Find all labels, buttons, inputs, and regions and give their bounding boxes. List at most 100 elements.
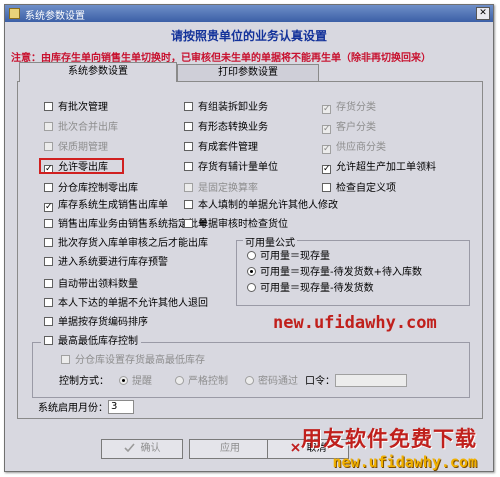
tab-system-params[interactable]: 系统参数设置 xyxy=(19,62,177,82)
checkbox-label: 保质期管理 xyxy=(58,142,108,153)
middle-option[interactable]: 有形态转换业务 xyxy=(184,122,268,134)
sub-warehouse-checkbox: 分仓库设置存货最高最低库存 xyxy=(61,355,205,367)
radio-button xyxy=(245,376,254,385)
enable-month-input[interactable]: 3 xyxy=(108,400,134,414)
checkbox-label: 本人下达的单据不允许其他人退回 xyxy=(58,298,208,309)
radio-button xyxy=(175,376,184,385)
available-qty-title: 可用量公式 xyxy=(243,234,297,249)
watermark-url: new.ufidawhy.com xyxy=(273,313,437,333)
checkbox[interactable] xyxy=(44,238,53,247)
checkbox-label: 单据审核时检查货位 xyxy=(198,219,288,230)
checkbox: ✓ xyxy=(322,104,331,114)
cancel-icon xyxy=(290,443,300,452)
checkbox-label: 有成套件管理 xyxy=(198,142,258,153)
left-option[interactable]: 批次存货入库单审核之后才能出库 xyxy=(44,238,208,250)
left-option[interactable]: 单据按存货编码排序 xyxy=(44,317,148,329)
checkbox-label: 是固定换算率 xyxy=(198,183,258,194)
checkbox-label: 存货分类 xyxy=(336,102,376,113)
checkbox-label: 存货有辅计量单位 xyxy=(198,162,278,173)
left-option[interactable]: 本人下达的单据不允许其他人退回 xyxy=(44,298,208,310)
radio-formula-1[interactable]: 可用量＝现存量 xyxy=(247,251,330,263)
page-heading: 请按照贵单位的业务认真设置 xyxy=(170,29,327,43)
checkbox[interactable] xyxy=(44,102,53,111)
checkbox[interactable] xyxy=(322,183,331,192)
radio-formula-3[interactable]: 可用量＝现存量-待发货数 xyxy=(247,283,374,295)
checkbox[interactable] xyxy=(44,279,53,288)
checkbox xyxy=(61,355,70,364)
right-option: ✓ 客户分类 xyxy=(322,122,376,134)
check-icon xyxy=(123,443,135,452)
checkbox-label: 允许超生产加工单领料 xyxy=(336,162,436,173)
checkbox: ✓ xyxy=(322,124,331,134)
left-option[interactable]: 进入系统要进行库存预警 xyxy=(44,257,168,269)
checkbox-label: 自动带出领料数量 xyxy=(58,279,138,290)
checkbox-label: 供应商分类 xyxy=(336,142,386,153)
checkbox-label: 检查自定义项 xyxy=(336,183,396,194)
checkbox-label: 本人填制的单据允许其他人修改 xyxy=(198,200,338,211)
checkbox: ✓ xyxy=(322,144,331,154)
password-input xyxy=(335,374,407,387)
checkbox-label: 批次合并出库 xyxy=(58,122,118,133)
middle-option[interactable]: 有组装拆卸业务 xyxy=(184,102,268,114)
middle-option[interactable]: 有成套件管理 xyxy=(184,142,258,154)
left-option[interactable]: 自动带出领料数量 xyxy=(44,279,138,291)
right-option[interactable]: 检查自定义项 xyxy=(322,183,396,195)
checkbox[interactable] xyxy=(44,336,53,345)
left-option[interactable]: ✓ 库存系统生成销售出库单 xyxy=(44,200,168,212)
control-mode-label: 控制方式： xyxy=(59,376,109,387)
left-option: 保质期管理 xyxy=(44,142,108,154)
radio-button[interactable] xyxy=(247,283,256,292)
middle-option[interactable]: 单据审核时检查货位 xyxy=(184,219,288,231)
mode-remind: 提醒 xyxy=(119,376,152,388)
middle-option: 是固定换算率 xyxy=(184,183,258,195)
left-option[interactable]: 分仓库控制零出库 xyxy=(44,183,138,195)
checkbox[interactable]: ✓ xyxy=(322,165,331,174)
checkbox-label: 库存系统生成销售出库单 xyxy=(58,200,168,211)
radio-button[interactable] xyxy=(247,267,256,276)
app-icon xyxy=(9,8,20,19)
brand-watermark-url: new.ufidawhy.com xyxy=(332,453,478,471)
title-bar[interactable]: 系统参数设置 ✕ xyxy=(5,5,493,22)
radio-button xyxy=(119,376,128,385)
mode-password: 密码通过 xyxy=(245,376,298,388)
checkbox-label: 分仓库控制零出库 xyxy=(58,183,138,194)
checkbox-label: 客户分类 xyxy=(336,122,376,133)
checkbox xyxy=(184,183,193,192)
tab-print-params[interactable]: 打印参数设置 xyxy=(177,64,319,81)
checkbox-label: 进入系统要进行库存预警 xyxy=(58,257,168,268)
checkbox[interactable] xyxy=(184,122,193,131)
checkbox[interactable] xyxy=(44,257,53,266)
checkbox[interactable] xyxy=(44,183,53,192)
middle-option[interactable]: 本人填制的单据允许其他人修改 xyxy=(184,200,338,212)
checkbox[interactable] xyxy=(44,219,53,228)
right-option[interactable]: ✓ 允许超生产加工单领料 xyxy=(322,162,436,174)
close-button[interactable]: ✕ xyxy=(476,7,490,20)
checkbox-label: 有组装拆卸业务 xyxy=(198,102,268,113)
available-qty-group: 可用量公式 可用量＝现存量 可用量＝现存量-待发货数+待入库数 可用量＝现存量-… xyxy=(236,234,470,306)
checkbox-label: 有形态转换业务 xyxy=(198,122,268,133)
checkbox[interactable] xyxy=(184,142,193,151)
checkbox[interactable] xyxy=(44,317,53,326)
radio-button[interactable] xyxy=(247,251,256,260)
mode-strict: 严格控制 xyxy=(175,376,228,388)
checkbox[interactable] xyxy=(44,298,53,307)
checkbox[interactable] xyxy=(184,162,193,171)
max-stock-group: 最高最低库存控制 分仓库设置存货最高最低库存 控制方式： 提醒 严格控制 密码通… xyxy=(32,336,470,398)
checkbox[interactable] xyxy=(184,102,193,111)
left-option[interactable]: 有批次管理 xyxy=(44,102,108,114)
right-option: ✓ 供应商分类 xyxy=(322,142,386,154)
left-option: 批次合并出库 xyxy=(44,122,118,134)
checkbox-label: 有批次管理 xyxy=(58,102,108,113)
radio-formula-2[interactable]: 可用量＝现存量-待发货数+待入库数 xyxy=(247,267,422,279)
checkbox[interactable] xyxy=(184,200,193,209)
window-title: 系统参数设置 xyxy=(25,11,85,22)
checkbox xyxy=(44,142,53,151)
enable-month-label: 系统启用月份： xyxy=(38,403,108,414)
settings-dialog: 系统参数设置 ✕ 请按照贵单位的业务认真设置 注意：由库存生单向销售生单切换时，… xyxy=(4,4,494,472)
password-label: 口令： xyxy=(305,376,335,387)
apply-button: 应用 xyxy=(189,439,271,459)
middle-option[interactable]: 存货有辅计量单位 xyxy=(184,162,278,174)
checkbox[interactable] xyxy=(184,219,193,228)
max-stock-checkbox[interactable]: 最高最低库存控制 xyxy=(41,336,141,348)
checkbox[interactable]: ✓ xyxy=(44,203,53,212)
